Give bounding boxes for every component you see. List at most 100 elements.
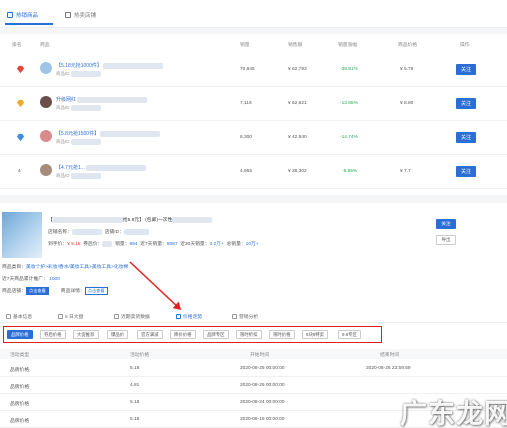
revenue-value: ¥ 62,621 xyxy=(288,101,307,106)
detail-category: 商品类目：美妆个护>彩妆/香水/美妆工具>美妆工具>化妆棉 xyxy=(2,265,129,270)
product-title[interactable]: 【5.8元抢1500件】 xyxy=(56,130,161,137)
detail-shop: 店铺名称： 店铺ID： xyxy=(48,228,149,235)
tab-price-trend[interactable]: 价格走势 xyxy=(176,313,202,320)
tab-5day[interactable]: 5 日大盘 xyxy=(58,313,83,320)
header-price[interactable]: 商品价格 xyxy=(398,41,417,51)
chip-promo[interactable]: 大促推荐 xyxy=(73,330,99,339)
active-tab-indicator xyxy=(5,23,53,25)
detail-title: 【抢5.8元】 (包邮)一次性 xyxy=(48,216,213,223)
header-activity-type: 活动类型 xyxy=(10,353,30,358)
product-detail-panel: 【抢5.8元】 (包邮)一次性 店铺名称： 店铺ID： 到手价：¥ 5.18 券… xyxy=(0,205,507,305)
chip-limited-price[interactable]: 限时价格 xyxy=(269,330,295,339)
table-row[interactable]: 【5.8元抢1500件】 商品ID 8,300 ¥ 42,840 -14.74%… xyxy=(0,121,507,155)
chip-official-discount[interactable]: 官方满减 xyxy=(137,330,163,339)
activity-type: 品牌价格 xyxy=(10,368,30,373)
revenue-value: ¥ 38,302 xyxy=(288,169,307,174)
product-thumbnail xyxy=(40,130,52,142)
header-activity-price: 活动价格 xyxy=(130,353,150,358)
activity-type: 品牌价格 xyxy=(10,385,30,390)
start-time: 2020-08-24 00:00:00 xyxy=(240,400,285,405)
marketing-icon xyxy=(232,314,237,319)
header-sales[interactable]: 销量 xyxy=(240,41,250,51)
start-time: 2020-08-25 00:00:00 xyxy=(240,366,285,371)
doc-icon xyxy=(6,314,11,319)
sales-value: 70,845 xyxy=(240,67,255,72)
chip-price-drop[interactable]: 降价价格 xyxy=(170,330,196,339)
start-time: 2020-08-25 00:00:00 xyxy=(240,383,285,388)
sales-value: 8,300 xyxy=(240,135,253,140)
price-value: ¥ 5.79 xyxy=(400,67,414,72)
product-image xyxy=(2,212,42,258)
growth-value: -14.74% xyxy=(340,135,358,140)
product-id: 商品ID xyxy=(56,71,101,77)
shop-link[interactable]: 点击查看 xyxy=(26,287,49,295)
header-start-time: 开始时间 xyxy=(250,353,270,358)
chip-99-sale[interactable]: 9块9特卖 xyxy=(302,330,329,339)
shop-icon xyxy=(65,11,71,18)
product-id: 商品ID xyxy=(56,105,101,111)
header-action: 操作 xyxy=(460,43,470,48)
follow-button[interactable]: 关注 xyxy=(456,166,476,177)
product-thumbnail xyxy=(40,96,52,108)
growth-value: -5.55% xyxy=(342,169,358,174)
product-title[interactable]: 【5.18元抢1000件】 xyxy=(56,62,164,69)
chip-hot-price[interactable]: 爆品价 xyxy=(107,330,129,339)
end-time: 2020-08-26 23:59:59 xyxy=(366,366,411,371)
tab-hot-products-label: 热销商品 xyxy=(16,12,39,19)
product-id: 商品ID xyxy=(56,139,101,145)
chart-icon xyxy=(114,314,119,319)
detail-links: 商品店铺： 点击查看 商品详情： 点击查看 xyxy=(2,287,108,295)
header-revenue[interactable]: 销售额 xyxy=(288,41,302,51)
sales-value: 4,955 xyxy=(240,169,253,174)
table-row[interactable]: 【5.18元抢1000件】 商品ID 70,845 ¥ 62,793 -39.8… xyxy=(0,53,507,87)
start-time: 2020-08-19 00:00:00 xyxy=(240,417,285,422)
blue-diamond-icon xyxy=(16,133,25,142)
table-row: 品牌价格 5.18 2020-08-25 00:00:00 2020-08-26… xyxy=(0,361,507,377)
table-row[interactable]: 升级网红 商品ID 7,116 ¥ 62,621 -13.65% ¥ 8.80 … xyxy=(0,87,507,121)
section-tabs: 基本信息 5 日大盘 近期卖货数据 价格走势 营销分析 xyxy=(0,311,507,323)
header-rank: 排名 xyxy=(12,43,22,48)
history-table-header: 活动类型 活动价格 开始时间 结束时间 xyxy=(0,349,507,359)
tab-hot-shops[interactable]: 热卖店铺 xyxy=(65,9,96,20)
chip-99-zone[interactable]: 9.9专区 xyxy=(338,330,361,339)
chip-limited-discount[interactable]: 限时折扣 xyxy=(236,330,262,339)
grid-icon xyxy=(7,11,13,18)
activity-type: 品牌价格 xyxy=(10,402,30,407)
activity-type: 品牌价格 xyxy=(10,419,30,424)
growth-value: -39.81% xyxy=(340,67,358,72)
product-title[interactable]: 【4.7元抢1... xyxy=(56,164,147,171)
tab-hot-shops-label: 热卖店铺 xyxy=(74,12,97,19)
activity-price: 4.81 xyxy=(130,383,140,388)
top-tab-bar: 热销商品 热卖店铺 xyxy=(0,0,507,28)
export-button[interactable]: 导出 xyxy=(436,235,456,245)
goods-link[interactable]: 点击查看 xyxy=(84,287,108,295)
follow-button[interactable]: 关注 xyxy=(456,132,476,143)
price-value: ¥ 7.7 xyxy=(400,169,411,174)
activity-filter-box: 品牌价格 券后价格 大促推荐 爆品价 官方满减 降价价格 品牌专区 限时折扣 限… xyxy=(3,326,382,343)
header-end-time: 结束时间 xyxy=(380,353,400,358)
header-product: 商品 xyxy=(40,43,50,48)
chip-coupon-price[interactable]: 券后价格 xyxy=(40,330,66,339)
tab-recent-sales[interactable]: 近期卖货数据 xyxy=(114,313,150,320)
detail-stats: 到手价：¥ 5.18 券后价： 销量：994 近7天销量：8087 近30天销量… xyxy=(48,240,259,247)
table-row[interactable]: 4 【4.7元抢1... 商品ID 4,955 ¥ 38,302 -5.55% … xyxy=(0,155,507,189)
product-title[interactable]: 升级网红 xyxy=(56,96,148,103)
sales-value: 7,116 xyxy=(240,101,252,106)
divider xyxy=(0,195,507,203)
chip-brand-price[interactable]: 品牌价格 xyxy=(7,330,33,339)
tab-basic-info[interactable]: 基本信息 xyxy=(6,313,32,320)
follow-button[interactable]: 关注 xyxy=(456,98,476,109)
watermark: 广东龙网 xyxy=(400,399,507,428)
activity-price: 5.18 xyxy=(130,417,140,422)
growth-value: -13.65% xyxy=(340,101,358,106)
header-growth[interactable]: 销量涨幅 xyxy=(338,41,357,51)
divider xyxy=(0,28,507,34)
red-diamond-icon xyxy=(16,65,25,74)
follow-button[interactable]: 关注 xyxy=(456,64,476,75)
tab-marketing[interactable]: 营销分析 xyxy=(232,313,258,320)
tab-hot-products[interactable]: 热销商品 xyxy=(7,9,38,20)
price-icon xyxy=(176,314,181,319)
follow-button[interactable]: 关注 xyxy=(436,219,456,229)
chip-brand-zone[interactable]: 品牌专区 xyxy=(203,330,229,339)
revenue-value: ¥ 42,840 xyxy=(288,135,307,140)
